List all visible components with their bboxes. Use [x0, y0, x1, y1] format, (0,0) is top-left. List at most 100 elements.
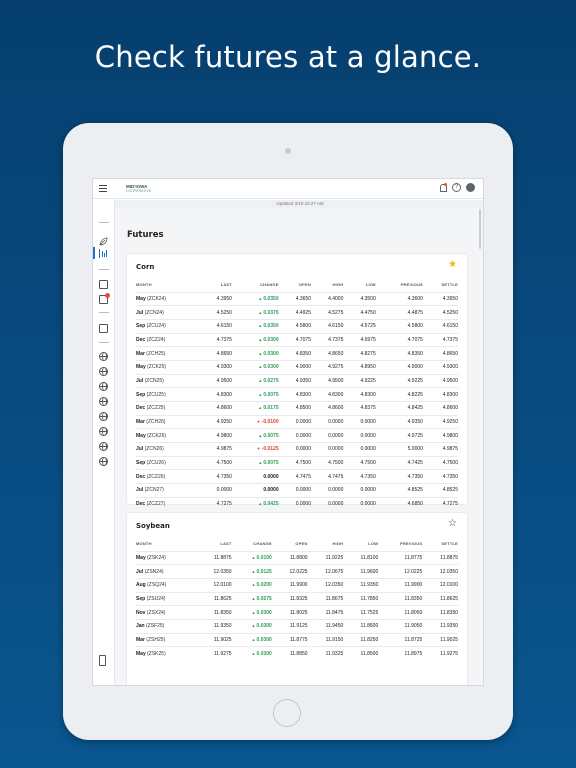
- favorite-star-icon[interactable]: ★: [448, 260, 457, 270]
- change-cell: ▲ 0.0200: [231, 577, 272, 593]
- futures-chart-icon[interactable]: [99, 249, 108, 258]
- table-row[interactable]: Mar (ZCH26) 4.9250 ▼ -0.0100 0.0000 0.0000 0.…: [136, 414, 458, 429]
- table-row[interactable]: May (ZSK24) 11.8875 ▲ 0.0100 11.8800 11.9225…: [136, 550, 458, 565]
- contract-code: (ZCK25): [147, 364, 167, 371]
- table-row[interactable]: May (ZCK24) 4.3950 ▲ 0.0350 4.3650 4.4000 4.3…: [136, 291, 458, 306]
- scrollbar[interactable]: [479, 209, 481, 249]
- table-row[interactable]: Jul (ZCN24) 4.5250 ▲ 0.0375 4.4925 4.5275 4.4…: [136, 305, 458, 320]
- headline: Check futures at a glance.: [94, 40, 482, 74]
- table-row[interactable]: Sep (ZSU24) 11.8625 ▲ 0.0275 11.8325 11.8675…: [136, 591, 458, 606]
- settle-cell: 11.8350: [422, 605, 458, 620]
- leaf-icon[interactable]: [99, 233, 108, 246]
- table-row[interactable]: Jul (ZSN24) 12.0350 ▲ 0.0125 12.0225 12.0675…: [136, 564, 458, 579]
- logo: MID'IOWA COOPERATIVE: [126, 184, 151, 194]
- inbox-icon[interactable]: [99, 280, 108, 289]
- camera: [285, 148, 291, 154]
- open-cell: 4.5800: [278, 318, 311, 334]
- table-row[interactable]: Mar (ZSH25) 11.9025 ▲ 0.0300 11.8775 11.9150…: [136, 632, 458, 647]
- month-cell: May (ZSK24): [136, 550, 196, 565]
- month-cell: Dec (ZCZ25): [136, 401, 200, 416]
- settle-cell: 4.3950: [422, 291, 458, 306]
- globe-icon[interactable]: [99, 442, 108, 451]
- document-icon[interactable]: [99, 655, 106, 666]
- change-value: 0.0350: [263, 295, 279, 302]
- settle-cell: 11.8625: [422, 591, 458, 606]
- table-row[interactable]: Dec (ZCZ25) 4.8600 ▲ 0.0175 4.8500 4.8600 4.8…: [136, 401, 458, 416]
- table-row[interactable]: Jan (ZSF25) 11.9350 ▲ 0.0300 11.9125 11.9450…: [136, 618, 458, 634]
- last-cell: 4.6150: [199, 318, 232, 334]
- globe-icon[interactable]: [99, 412, 108, 421]
- low-cell: 11.7850: [343, 591, 379, 606]
- table-row[interactable]: May (ZCK26) 4.9800 ▲ 0.0075 0.0000 0.0000 0.0…: [136, 428, 458, 443]
- table-row[interactable]: Sep (ZCU24) 4.6150 ▲ 0.0350 4.5800 4.6150 4.5…: [136, 318, 458, 334]
- open-cell: 4.9000: [278, 359, 311, 375]
- open-cell: 4.8300: [278, 387, 311, 402]
- table-row[interactable]: Sep (ZCU25) 4.8300 ▲ 0.0075 4.8300 4.8300 4.8…: [136, 387, 458, 402]
- globe-icon[interactable]: [99, 352, 108, 361]
- month-label: Jul: [136, 446, 144, 453]
- messages-icon[interactable]: [99, 293, 110, 304]
- month-label: Jan: [136, 623, 145, 630]
- month-cell: Jul (ZCN25): [136, 373, 200, 388]
- month-cell: Sep (ZCU25): [136, 387, 200, 402]
- contracts-icon[interactable]: [99, 324, 108, 333]
- settle-cell: 4.8650: [422, 346, 458, 361]
- last-cell: 12.0350: [195, 564, 232, 579]
- help-icon[interactable]: ?: [452, 183, 461, 192]
- change-cell: ▲ 0.0275: [231, 373, 279, 388]
- user-account-icon[interactable]: [466, 183, 475, 192]
- change-cell: ▼ -0.0125: [231, 442, 279, 457]
- previous-cell: 11.9050: [378, 618, 423, 634]
- previous-cell: 4.9725: [375, 428, 423, 443]
- open-cell: 11.8775: [271, 632, 308, 647]
- notification-bell-icon[interactable]: [438, 183, 447, 192]
- table-row[interactable]: Jul (ZCN25) 4.9500 ▲ 0.0275 4.9350 4.9500 4.9…: [136, 373, 458, 388]
- month-cell: Aug (ZSQ24): [136, 577, 196, 593]
- settle-cell: 11.8875: [422, 550, 458, 565]
- open-cell: 4.3650: [278, 291, 311, 306]
- page-title: Futures: [127, 230, 164, 240]
- high-cell: 12.0350: [307, 577, 344, 593]
- low-cell: 4.5725: [343, 318, 376, 334]
- table-row[interactable]: Dec (ZCZ24) 4.7375 ▲ 0.0300 4.7075 4.7375 4.6…: [136, 332, 458, 347]
- column-header: SETTLE: [441, 282, 458, 288]
- globe-icon[interactable]: [99, 427, 108, 436]
- table-row[interactable]: Dec (ZCZ27) 4.7275 ▲ 0.0425 0.0000 0.0000 0.0…: [136, 496, 458, 511]
- high-cell: 11.9450: [307, 618, 344, 634]
- low-cell: 0.0000: [343, 496, 376, 511]
- last-cell: 11.8625: [195, 591, 232, 606]
- tablet-frame: MID'IOWA COOPERATIVE ? Updated 3/19 10:2…: [63, 123, 513, 740]
- change-value: 0.0200: [256, 582, 272, 589]
- contract-code: (ZCU26): [146, 460, 166, 467]
- table-row[interactable]: Jul (ZCN26) 4.9875 ▼ -0.0125 0.0000 0.0000 0.…: [136, 442, 458, 457]
- home-button[interactable]: [273, 699, 301, 727]
- globe-icon[interactable]: [99, 457, 108, 466]
- high-cell: 4.8650: [311, 346, 344, 361]
- change-cell: ▲ 0.0375: [231, 305, 279, 320]
- high-cell: 11.9325: [307, 646, 344, 661]
- month-cell: May (ZSK25): [136, 646, 196, 661]
- settle-cell: 12.0350: [422, 564, 458, 579]
- table-row[interactable]: Jul (ZCN27) 0.0000 0.0000 0.0000 0.0000 0.000…: [136, 483, 458, 498]
- last-cell: 12.0100: [195, 577, 232, 593]
- hamburger-menu-icon[interactable]: [99, 185, 107, 192]
- favorite-star-icon[interactable]: ☆: [448, 519, 457, 529]
- table-row[interactable]: Sep (ZCU26) 4.7500 ▲ 0.0075 4.7500 4.7500 4.7…: [136, 455, 458, 470]
- low-cell: 11.8250: [343, 632, 379, 647]
- table-row[interactable]: Aug (ZSQ24) 12.0100 ▲ 0.0200 11.9900 12.0350…: [136, 577, 458, 593]
- table-row[interactable]: Mar (ZCH25) 4.8650 ▲ 0.0300 4.8350 4.8650 4.8…: [136, 346, 458, 361]
- table-row[interactable]: May (ZSK25) 11.9275 ▲ 0.0300 11.8850 11.9325…: [136, 646, 458, 661]
- globe-icon[interactable]: [99, 382, 108, 391]
- globe-icon[interactable]: [99, 397, 108, 406]
- table-row[interactable]: Dec (ZCZ26) 4.7350 0.0000 4.7475 4.7475 4.735…: [136, 469, 458, 484]
- open-cell: 11.9125: [271, 618, 308, 634]
- table-row[interactable]: May (ZCK25) 4.9300 ▲ 0.0300 4.9000 4.9275 4.8…: [136, 359, 458, 375]
- globe-icon[interactable]: [99, 367, 108, 376]
- month-cell: Jul (ZCN26): [136, 442, 200, 457]
- table-row[interactable]: Nov (ZSX24) 11.8350 ▲ 0.0300 11.8025 11.8475…: [136, 605, 458, 620]
- change-value: 0.0275: [263, 377, 279, 384]
- change-cell: ▲ 0.0275: [231, 591, 272, 606]
- low-cell: 0.0000: [343, 414, 376, 429]
- previous-cell: 4.8225: [375, 387, 423, 402]
- change-value: 0.0125: [256, 568, 272, 575]
